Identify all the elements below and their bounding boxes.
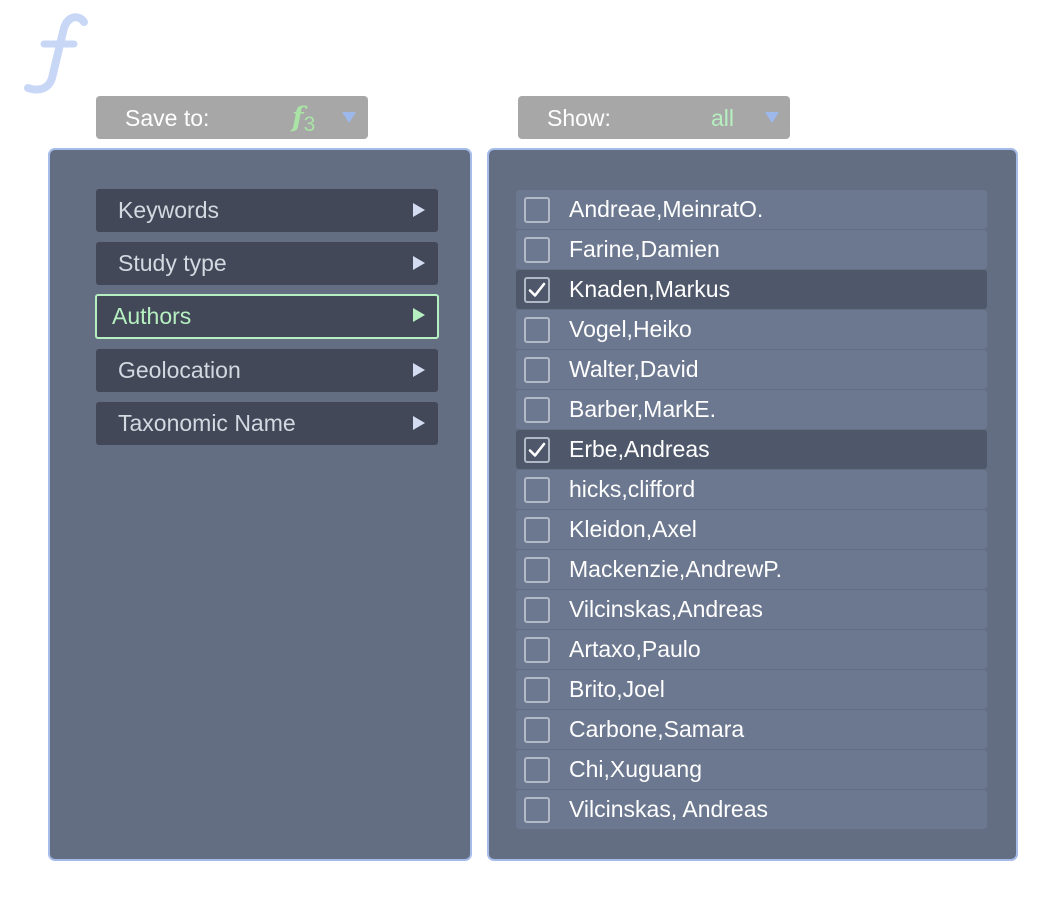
show-label: Show: — [547, 105, 611, 131]
author-row[interactable]: Vilcinskas, Andreas — [516, 790, 987, 829]
save-to-dropdown[interactable]: Save to: f3 — [96, 96, 368, 139]
category-panel: Keywords Study type Authors Geolocation … — [48, 148, 472, 861]
category-geolocation[interactable]: Geolocation — [96, 349, 438, 392]
author-name: Barber,MarkE. — [569, 396, 716, 422]
chevron-right-icon — [413, 363, 425, 377]
author-name: Vogel,Heiko — [569, 316, 692, 342]
save-to-label: Save to: — [125, 105, 210, 131]
author-checkbox[interactable] — [524, 197, 550, 223]
author-name: Brito,Joel — [569, 676, 665, 702]
author-row[interactable]: Vilcinskas,Andreas — [516, 590, 987, 629]
author-name: Erbe,Andreas — [569, 436, 710, 462]
save-to-value: f3 — [292, 96, 315, 147]
function-f-logo-icon — [24, 13, 88, 94]
save-to-value-subscript: 3 — [303, 113, 316, 136]
check-icon — [528, 442, 546, 457]
chevron-down-icon — [342, 112, 356, 123]
author-row[interactable]: Brito,Joel — [516, 670, 987, 709]
show-filter-dropdown[interactable]: Show: all — [518, 96, 790, 139]
author-checkbox[interactable] — [524, 677, 550, 703]
chevron-down-icon — [765, 112, 779, 123]
chevron-right-icon — [413, 308, 425, 322]
author-row[interactable]: Knaden,Markus — [516, 270, 987, 309]
category-taxonomic-name[interactable]: Taxonomic Name — [96, 402, 438, 445]
author-row[interactable]: Mackenzie,AndrewP. — [516, 550, 987, 589]
author-row[interactable]: Farine,Damien — [516, 230, 987, 269]
category-study-type[interactable]: Study type — [96, 242, 438, 285]
author-row[interactable]: Barber,MarkE. — [516, 390, 987, 429]
author-name: Farine,Damien — [569, 236, 720, 262]
author-checkbox[interactable] — [524, 557, 550, 583]
category-keywords[interactable]: Keywords — [96, 189, 438, 232]
author-name: Mackenzie,AndrewP. — [569, 556, 783, 582]
author-checkbox[interactable] — [524, 477, 550, 503]
author-name: Andreae,MeinratO. — [569, 196, 764, 222]
author-checkbox[interactable] — [524, 437, 550, 463]
category-label: Authors — [112, 303, 192, 329]
author-list-panel: Andreae,MeinratO. Farine,Damien Knaden,M… — [487, 148, 1018, 861]
author-checkbox[interactable] — [524, 717, 550, 743]
author-name: Chi,Xuguang — [569, 756, 702, 782]
author-checkbox[interactable] — [524, 597, 550, 623]
author-checkbox[interactable] — [524, 317, 550, 343]
author-checkbox[interactable] — [524, 277, 550, 303]
author-row[interactable]: Carbone,Samara — [516, 710, 987, 749]
author-name: hicks,clifford — [569, 476, 696, 502]
author-row[interactable]: Andreae,MeinratO. — [516, 190, 987, 229]
author-checkbox[interactable] — [524, 237, 550, 263]
author-checkbox[interactable] — [524, 517, 550, 543]
category-label: Study type — [118, 250, 227, 276]
author-row[interactable]: Erbe,Andreas — [516, 430, 987, 469]
show-value: all — [711, 105, 735, 131]
category-label: Taxonomic Name — [118, 410, 296, 436]
author-name: Walter,David — [569, 356, 699, 382]
author-name: Kleidon,Axel — [569, 516, 697, 542]
author-checkbox[interactable] — [524, 637, 550, 663]
author-checkbox[interactable] — [524, 757, 550, 783]
author-checkbox[interactable] — [524, 397, 550, 423]
category-authors[interactable]: Authors — [95, 294, 439, 339]
author-row[interactable]: Artaxo,Paulo — [516, 630, 987, 669]
author-name: Vilcinskas,Andreas — [569, 596, 763, 622]
author-name: Artaxo,Paulo — [569, 636, 701, 662]
chevron-right-icon — [413, 203, 425, 217]
author-row[interactable]: hicks,clifford — [516, 470, 987, 509]
author-row[interactable]: Vogel,Heiko — [516, 310, 987, 349]
author-name: Carbone,Samara — [569, 716, 745, 742]
chevron-right-icon — [413, 256, 425, 270]
check-icon — [528, 282, 546, 297]
save-to-value-letter: f — [292, 102, 304, 133]
author-row[interactable]: Kleidon,Axel — [516, 510, 987, 549]
author-checkbox[interactable] — [524, 357, 550, 383]
chevron-right-icon — [413, 416, 425, 430]
author-name: Knaden,Markus — [569, 276, 731, 302]
category-label: Keywords — [118, 197, 219, 223]
category-label: Geolocation — [118, 357, 241, 383]
author-row[interactable]: Chi,Xuguang — [516, 750, 987, 789]
author-name: Vilcinskas, Andreas — [569, 796, 769, 822]
author-checkbox[interactable] — [524, 797, 550, 823]
author-row[interactable]: Walter,David — [516, 350, 987, 389]
